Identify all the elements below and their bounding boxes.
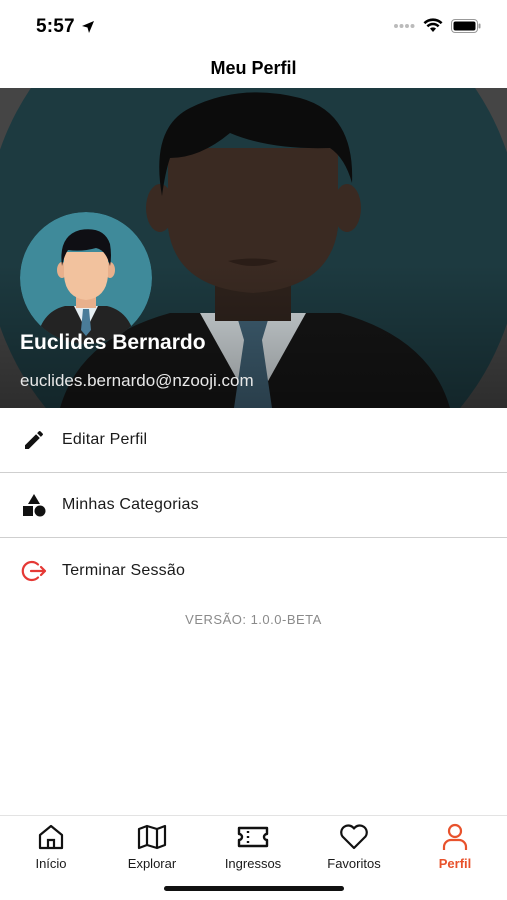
home-indicator	[164, 886, 344, 891]
tab-ingressos[interactable]: Ingressos	[203, 822, 303, 871]
logout-icon	[20, 557, 48, 585]
wifi-icon	[423, 18, 443, 32]
menu-item-my-categories[interactable]: Minhas Categorias	[0, 473, 507, 538]
clock-text: 5:57	[36, 16, 75, 37]
status-bar: 5:57	[0, 0, 507, 54]
ticket-icon	[203, 822, 303, 852]
avatar[interactable]	[20, 212, 152, 344]
status-time: 5:57	[36, 16, 95, 38]
menu-item-label: Terminar Sessão	[62, 561, 186, 579]
menu-item-edit-profile[interactable]: Editar Perfil	[0, 408, 507, 473]
pencil-icon	[20, 426, 48, 454]
menu-item-logout[interactable]: Terminar Sessão	[0, 538, 507, 603]
cellular-icon	[394, 23, 415, 28]
menu-item-label: Editar Perfil	[62, 431, 148, 448]
profile-menu: Editar Perfil Minhas Categorias Terminar…	[0, 408, 507, 603]
tab-explorar[interactable]: Explorar	[102, 822, 202, 871]
heart-icon	[304, 822, 404, 852]
home-icon	[1, 822, 101, 852]
tab-label: Início	[35, 856, 67, 871]
profile-header: Euclides Bernardo euclides.bernardo@nzoo…	[0, 88, 507, 408]
app-version: VERSÃO: 1.0.0-BETA	[185, 612, 322, 627]
tab-label: Perfil	[438, 856, 472, 871]
tab-inicio[interactable]: Início	[1, 822, 101, 871]
tab-label: Favoritos	[327, 856, 381, 871]
avatar-image	[20, 212, 152, 344]
tab-label: Explorar	[127, 856, 177, 871]
shapes-icon	[20, 491, 48, 519]
status-indicators	[393, 18, 481, 33]
menu-item-label: Minhas Categorias	[62, 496, 199, 513]
map-icon	[102, 822, 202, 852]
page-title: Meu Perfil	[210, 58, 297, 78]
user-name: Euclides Bernardo	[20, 331, 206, 354]
user-icon	[405, 822, 505, 852]
tab-label: Ingressos	[224, 856, 282, 871]
user-email: euclides.bernardo@nzooji.com	[20, 371, 254, 390]
location-arrow-icon	[81, 21, 94, 33]
battery-icon	[451, 18, 481, 33]
tab-favoritos[interactable]: Favoritos	[304, 822, 404, 871]
tab-perfil[interactable]: Perfil	[405, 822, 505, 871]
